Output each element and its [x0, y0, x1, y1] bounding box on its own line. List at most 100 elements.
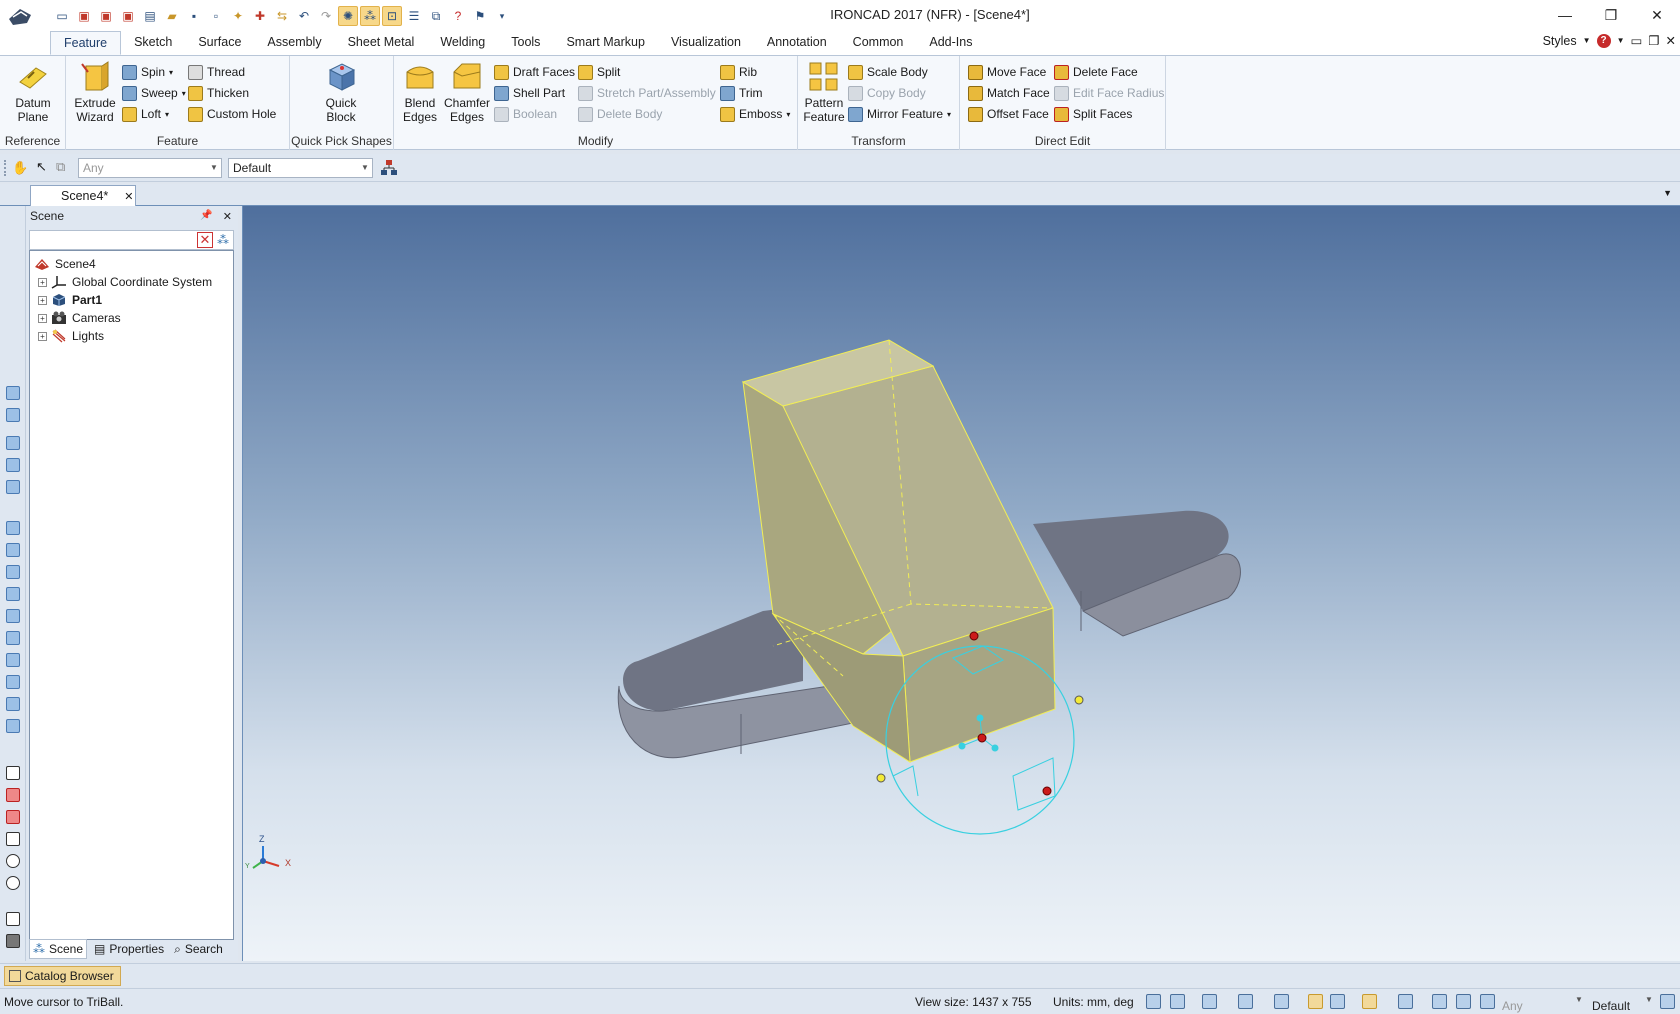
- undo-icon[interactable]: ↶: [294, 6, 314, 26]
- shape-tool-icon[interactable]: [6, 675, 20, 689]
- section-icon[interactable]: [1398, 994, 1413, 1009]
- move-face-button[interactable]: Move Face: [968, 62, 1046, 82]
- shape-tool-icon[interactable]: [6, 697, 20, 711]
- tree-node-cameras[interactable]: + Cameras: [30, 309, 233, 327]
- styles-dropdown-icon[interactable]: ▼: [1583, 36, 1591, 45]
- save-icon[interactable]: ▪: [184, 6, 204, 26]
- shape-tool-icon[interactable]: [6, 521, 20, 535]
- emboss-button[interactable]: Emboss ▾: [720, 104, 790, 124]
- selection-tool-icon[interactable]: [1432, 994, 1447, 1009]
- triball-plane-handle[interactable]: [892, 765, 919, 797]
- redo-icon[interactable]: ↷: [316, 6, 336, 26]
- style-dropdown[interactable]: Default ▼: [228, 158, 373, 178]
- mirror-feature-button[interactable]: Mirror Feature ▾: [848, 104, 951, 124]
- scale-body-button[interactable]: Scale Body: [848, 62, 928, 82]
- sketch-tool-icon[interactable]: [6, 832, 20, 846]
- sketch-tool-icon[interactable]: [6, 788, 20, 802]
- tree-node-scene[interactable]: Scene4: [30, 255, 233, 273]
- draft-faces-button[interactable]: Draft Faces: [494, 62, 575, 82]
- customize-qat-icon[interactable]: ▾: [492, 6, 512, 26]
- triball-axis-handle[interactable]: [958, 742, 966, 750]
- tab-feature[interactable]: Feature: [50, 31, 122, 55]
- shape-tool-icon[interactable]: [6, 543, 20, 557]
- close-panel-icon[interactable]: ✕: [223, 210, 232, 223]
- thread-button[interactable]: Thread: [188, 62, 245, 82]
- hierarchy-icon[interactable]: [1660, 994, 1675, 1009]
- selection-filter-icon[interactable]: ⧉: [56, 159, 65, 175]
- new-scene-icon[interactable]: ▣: [74, 6, 94, 26]
- close-icon[interactable]: ✕: [1634, 0, 1680, 30]
- stretch-part-assembly-button[interactable]: Stretch Part/Assembly: [578, 83, 716, 103]
- view-cube-icon[interactable]: [1238, 994, 1253, 1009]
- import-icon[interactable]: ✦: [228, 6, 248, 26]
- shape-tool-icon[interactable]: [6, 653, 20, 667]
- sketch-tool-icon[interactable]: [6, 912, 20, 926]
- selection-mode-icon[interactable]: ⊡: [382, 6, 402, 26]
- tab-surface[interactable]: Surface: [185, 31, 254, 55]
- sketch-tool-icon[interactable]: [6, 810, 20, 824]
- status-style-dropdown[interactable]: Default ▼: [1588, 992, 1656, 1013]
- restore-icon[interactable]: ❐: [1588, 0, 1634, 30]
- open-icon[interactable]: ▰: [162, 6, 182, 26]
- sketch-tool-icon[interactable]: [6, 766, 20, 780]
- view-tool-icon[interactable]: [6, 480, 20, 494]
- rib-button[interactable]: Rib: [720, 62, 757, 82]
- edit-face-radius-button[interactable]: Edit Face Radius: [1054, 83, 1164, 103]
- pointer-tool-icon[interactable]: ↖: [36, 159, 47, 175]
- tree-node-part1[interactable]: + Part1: [30, 291, 233, 309]
- expand-icon[interactable]: +: [38, 313, 47, 323]
- expand-icon[interactable]: +: [38, 295, 47, 305]
- chamfer-edges-button[interactable]: Chamfer Edges: [442, 60, 492, 124]
- new-drawing-icon[interactable]: ▣: [118, 6, 138, 26]
- sketch-mode-icon[interactable]: ⁂: [360, 6, 380, 26]
- view-tool-icon[interactable]: [6, 436, 20, 450]
- select-tool-icon[interactable]: ✋: [12, 160, 28, 176]
- ribbon-close-icon[interactable]: ✕: [1666, 33, 1676, 48]
- selection-filter-dropdown[interactable]: Any ▼: [78, 158, 222, 178]
- delete-body-button[interactable]: Delete Body: [578, 104, 662, 124]
- copy-body-button[interactable]: Copy Body: [848, 83, 926, 103]
- tab-welding[interactable]: Welding: [427, 31, 498, 55]
- camera-view-icon[interactable]: [1362, 994, 1377, 1009]
- shape-tool-icon[interactable]: [6, 609, 20, 623]
- triball-axis-handle[interactable]: [991, 744, 999, 752]
- help-dropdown-icon[interactable]: ▼: [1617, 36, 1625, 45]
- split-faces-button[interactable]: Split Faces: [1054, 104, 1132, 124]
- tab-common[interactable]: Common: [840, 31, 917, 55]
- shape-tool-icon[interactable]: [6, 719, 20, 733]
- sweep-button[interactable]: Sweep ▾: [122, 83, 186, 103]
- new-part-icon[interactable]: ▣: [96, 6, 116, 26]
- shape-tool-icon[interactable]: [6, 587, 20, 601]
- trim-button[interactable]: Trim: [720, 83, 763, 103]
- triball-plane-handle[interactable]: [1012, 757, 1056, 811]
- match-face-button[interactable]: Match Face: [968, 83, 1050, 103]
- 3d-viewport[interactable]: Z X Y: [242, 206, 1680, 961]
- help-icon[interactable]: ?: [448, 6, 468, 26]
- tab-annotation[interactable]: Annotation: [754, 31, 840, 55]
- tab-sketch[interactable]: Sketch: [121, 31, 185, 55]
- tab-add-ins[interactable]: Add-Ins: [916, 31, 985, 55]
- clear-search-icon[interactable]: ✕: [197, 232, 213, 248]
- custom-hole-button[interactable]: Custom Hole: [188, 104, 276, 124]
- sizebox-handle[interactable]: [1074, 695, 1084, 705]
- thicken-button[interactable]: Thicken: [188, 83, 249, 103]
- expand-icon[interactable]: +: [38, 331, 47, 341]
- shell-part-button[interactable]: Shell Part: [494, 83, 565, 103]
- tree-node-lights[interactable]: + Lights: [30, 327, 233, 345]
- triball-axis-handle[interactable]: [976, 714, 984, 722]
- panel-tab-properties[interactable]: ▤ Properties: [91, 939, 167, 959]
- orbit-icon[interactable]: [1202, 994, 1217, 1009]
- shading-icon[interactable]: [1308, 994, 1323, 1009]
- offset-face-button[interactable]: Offset Face: [968, 104, 1049, 124]
- sizebox-handle[interactable]: [876, 773, 886, 783]
- boolean-button[interactable]: Boolean: [494, 104, 557, 124]
- sketch-tool-icon[interactable]: [6, 876, 20, 890]
- sketch-tool-icon[interactable]: [6, 854, 20, 868]
- loft-button[interactable]: Loft ▾: [122, 104, 169, 124]
- triball-outer-handle[interactable]: [969, 631, 979, 641]
- triball-outer-handle[interactable]: [1042, 786, 1052, 796]
- panel-tab-search[interactable]: ⌕ Search: [171, 939, 226, 959]
- tab-assembly[interactable]: Assembly: [254, 31, 334, 55]
- new-icon[interactable]: ▭: [52, 6, 72, 26]
- styles-menu[interactable]: Styles: [1543, 34, 1577, 48]
